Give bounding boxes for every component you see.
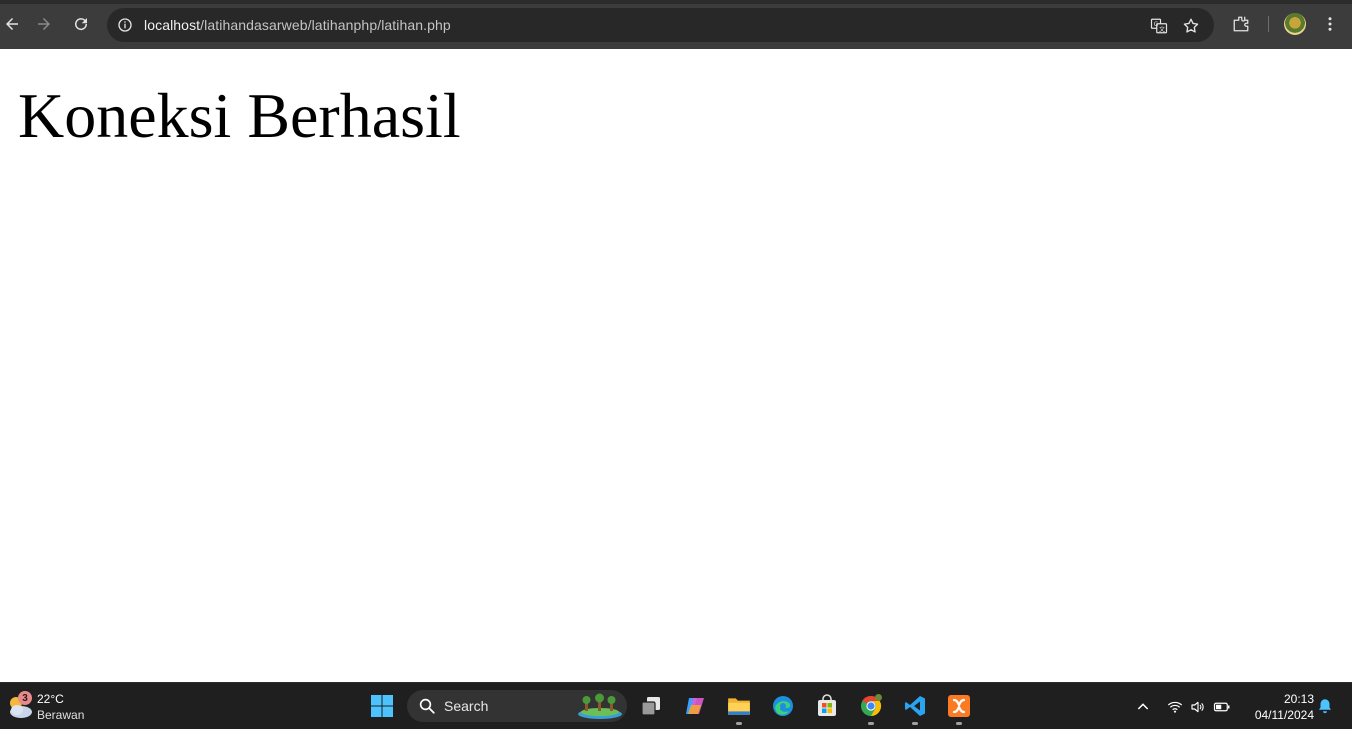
- microsoft-store-button[interactable]: [812, 691, 842, 721]
- site-info-icon[interactable]: [116, 16, 134, 34]
- vscode-icon: [905, 696, 925, 716]
- vscode-button[interactable]: [900, 691, 930, 725]
- notification-bell-icon[interactable]: [1316, 697, 1334, 715]
- store-icon: [818, 694, 836, 716]
- running-indicator: [868, 722, 874, 725]
- translate-icon[interactable]: G文: [1148, 15, 1170, 37]
- running-indicator: [736, 722, 742, 725]
- weather-badge: 3: [18, 691, 32, 705]
- search-highlight-icon: [578, 693, 622, 719]
- chrome-icon: [861, 694, 882, 717]
- weather-widget[interactable]: 3 22°C Berawan: [4, 689, 94, 725]
- edge-button[interactable]: [768, 691, 798, 721]
- running-indicator: [956, 722, 962, 725]
- copilot-button[interactable]: [680, 691, 710, 721]
- forward-icon[interactable]: [32, 12, 56, 36]
- start-button[interactable]: [367, 691, 397, 721]
- tab-strip: [0, 0, 1352, 4]
- svg-text:文: 文: [1159, 25, 1165, 33]
- running-indicator: [912, 722, 918, 725]
- task-view-icon: [641, 697, 660, 716]
- back-icon[interactable]: [0, 12, 24, 36]
- task-view-button[interactable]: [636, 691, 666, 721]
- page-heading: Koneksi Berhasil: [18, 80, 461, 151]
- copilot-icon: [686, 698, 704, 714]
- folder-icon: [728, 698, 750, 715]
- show-hidden-icons-chevron-up-icon[interactable]: [1134, 698, 1152, 716]
- weather-condition: Berawan: [37, 708, 85, 722]
- edge-icon: [773, 696, 793, 716]
- chrome-button[interactable]: [856, 691, 886, 725]
- xampp-icon: [948, 695, 970, 717]
- search-label: Search: [444, 698, 489, 714]
- taskbar: 3 22°C Berawan Search 20:13 04/11/2024: [0, 682, 1352, 729]
- url-text[interactable]: localhost/latihandasarweb/latihanphp/lat…: [144, 17, 451, 33]
- wifi-icon[interactable]: [1166, 698, 1184, 716]
- extensions-icon[interactable]: [1229, 12, 1253, 36]
- taskbar-search[interactable]: Search: [407, 690, 627, 722]
- system-clock[interactable]: 20:13 04/11/2024: [1240, 691, 1314, 723]
- svg-text:G: G: [1154, 21, 1159, 28]
- menu-dots-icon[interactable]: [1318, 12, 1342, 36]
- url-host: localhost: [144, 17, 201, 33]
- xampp-button[interactable]: [944, 691, 974, 725]
- clock-date: 04/11/2024: [1254, 708, 1314, 722]
- weather-temperature: 22°C: [37, 692, 64, 706]
- bookmark-star-icon[interactable]: [1180, 15, 1202, 37]
- reload-icon[interactable]: [69, 12, 93, 36]
- address-bar[interactable]: localhost/latihandasarweb/latihanphp/lat…: [107, 8, 1214, 42]
- page-content: Koneksi Berhasil: [0, 49, 1352, 682]
- url-path: /latihandasarweb/latihanphp/latihan.php: [200, 17, 451, 33]
- toolbar-divider: [1268, 16, 1269, 32]
- file-explorer-button[interactable]: [724, 691, 754, 725]
- profile-avatar[interactable]: [1284, 13, 1306, 35]
- windows-logo-icon: [371, 695, 393, 717]
- volume-icon[interactable]: [1189, 698, 1207, 716]
- browser-toolbar: localhost/latihandasarweb/latihanphp/lat…: [0, 0, 1352, 49]
- search-icon: [419, 698, 435, 714]
- battery-icon[interactable]: [1213, 698, 1231, 716]
- clock-time: 20:13: [1283, 692, 1314, 706]
